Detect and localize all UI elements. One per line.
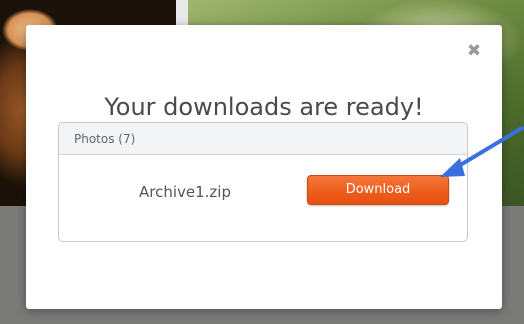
close-icon[interactable]: ✖ [466,43,482,60]
screen: ✖ Your downloads are ready! Photos (7) A… [0,0,524,324]
download-button[interactable]: Download [307,175,449,205]
download-panel: Photos (7) Archive1.zip Download [58,122,468,242]
panel-header: Photos (7) [59,123,467,155]
file-name: Archive1.zip [139,183,231,201]
downloads-dialog: ✖ Your downloads are ready! Photos (7) A… [26,25,502,309]
dialog-title: Your downloads are ready! [104,93,424,121]
